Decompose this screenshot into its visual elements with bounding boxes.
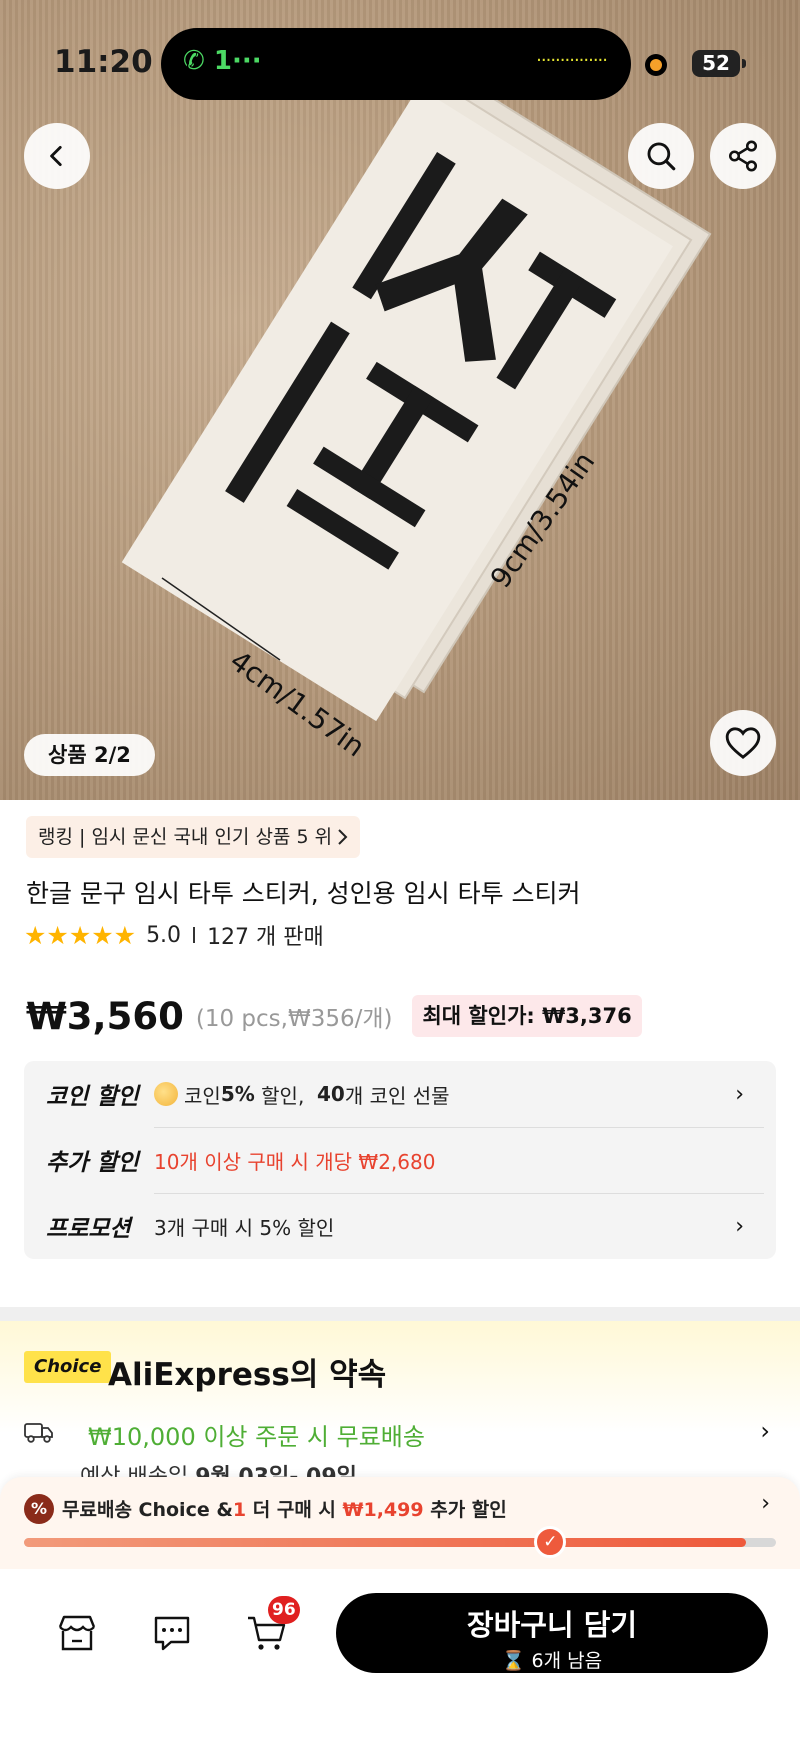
- dynamic-island: ✆ 1··· ···············: [161, 28, 631, 100]
- promo-amount: ₩1,499: [342, 1499, 424, 1521]
- promo-text-1: 무료배송 Choice &: [62, 1499, 233, 1521]
- search-button[interactable]: [628, 123, 694, 189]
- price: ₩3,560: [26, 994, 184, 1038]
- share-button[interactable]: [710, 123, 776, 189]
- chat-button[interactable]: [148, 1609, 196, 1657]
- truck-icon: [24, 1423, 53, 1443]
- heart-icon: [725, 727, 761, 759]
- store-icon: [58, 1615, 96, 1651]
- promo-text-2: 더 구매 시: [246, 1499, 343, 1521]
- search-icon: [647, 142, 676, 171]
- product-image[interactable]: 4cm/1.57in 9cm/3.54in 11:20 ✆ 1··· ·····…: [0, 0, 800, 800]
- wishlist-button[interactable]: [710, 710, 776, 776]
- bottom-action-bar: 96 장바구니 담기 ⌛ 6개 남음: [0, 1569, 800, 1739]
- audio-wave-icon: ···············: [536, 50, 608, 71]
- image-counter: 상품 2/2: [24, 734, 155, 776]
- ranking-badge[interactable]: 랭킹 | 임시 문신 국내 인기 상품 5 위: [26, 816, 361, 858]
- call-text: 1···: [213, 46, 262, 76]
- chevron-right-icon: ›: [735, 1213, 744, 1239]
- coin-text-1: 코인: [184, 1083, 221, 1108]
- discount-box: 코인 할인 코인 5% 할인, 40 개 코인 선물 › 추가 할인 10개 이상…: [24, 1061, 776, 1259]
- phone-icon: ✆: [183, 46, 205, 76]
- add-to-cart-label: 장바구니 담기: [466, 1608, 638, 1642]
- coin-discount-label: 코인 할인: [46, 1084, 139, 1110]
- ranking-text: 랭킹 | 임시 문신 국내 인기 상품 5 위: [38, 826, 333, 848]
- promotion-row[interactable]: 프로모션 3개 구매 시 5% 할인 ›: [46, 1193, 758, 1259]
- back-button[interactable]: [24, 123, 90, 189]
- percent-icon: %: [24, 1494, 54, 1524]
- share-icon: [728, 140, 758, 172]
- chevron-right-icon: [338, 829, 348, 845]
- coin-count: 40: [317, 1082, 345, 1106]
- promotion-text: 3개 구매 시 5% 할인: [154, 1215, 335, 1240]
- chat-icon: [154, 1616, 190, 1651]
- coin-text-3: 개 코인 선물: [344, 1083, 450, 1108]
- sticker-photo: 4cm/1.57in 9cm/3.54in: [121, 73, 712, 763]
- call-indicator: ✆ 1···: [183, 46, 262, 76]
- promise-title: AliExpress의 약속: [108, 1357, 387, 1393]
- unit-price: (10 pcs,₩356/개): [195, 1006, 393, 1032]
- chevron-right-icon: ›: [761, 1491, 770, 1516]
- section-divider: [0, 1307, 800, 1321]
- coin-icon: [154, 1082, 178, 1106]
- promo-progress-bar: ✓: [24, 1526, 776, 1558]
- divider: [193, 927, 196, 943]
- add-to-cart-button[interactable]: 장바구니 담기 ⌛ 6개 남음: [336, 1593, 768, 1673]
- store-button[interactable]: [53, 1609, 101, 1657]
- product-title: 한글 문구 임시 타투 스티커, 성인용 임시 타투 스티커: [26, 879, 581, 908]
- recording-indicator: [645, 54, 667, 76]
- status-time: 11:20: [54, 44, 153, 80]
- free-shipping-promo-bar[interactable]: % 무료배송 Choice &1 더 구매 시 ₩1,499 추가 할인 › ✓: [0, 1477, 800, 1569]
- chevron-left-icon: [50, 145, 62, 167]
- promo-text-3: 추가 할인: [423, 1499, 507, 1521]
- extra-discount-label: 추가 할인: [46, 1150, 139, 1176]
- promo-count: 1: [232, 1499, 247, 1521]
- chevron-right-icon[interactable]: ›: [760, 1417, 770, 1445]
- max-discount-badge: 최대 할인가: ₩3,376: [412, 995, 642, 1037]
- chevron-right-icon: ›: [735, 1081, 744, 1107]
- star-rating-icon: ★★★★★: [24, 920, 137, 950]
- rating-row[interactable]: ★★★★★ 5.0 127 개 판매: [24, 918, 324, 952]
- promo-text: 무료배송 Choice &1 더 구매 시 ₩1,499 추가 할인: [62, 1495, 507, 1522]
- checkmark-icon: ✓: [534, 1526, 567, 1558]
- extra-discount-row: 추가 할인 10개 이상 구매 시 개당 ₩2,680: [46, 1127, 758, 1193]
- cart-count-badge: 96: [268, 1596, 300, 1624]
- coin-text-2: 할인,: [254, 1083, 318, 1108]
- coin-percent: 5%: [220, 1082, 255, 1106]
- choice-promise-section: Choice AliExpress의 약속 ₩10,000 이상 주문 시 무료…: [0, 1321, 800, 1490]
- sold-count: 127 개 판매: [207, 925, 324, 950]
- promotion-label: 프로모션: [46, 1216, 131, 1242]
- rating-value: 5.0: [146, 922, 182, 948]
- extra-discount-text: 10개 이상 구매 시 개당 ₩2,680: [154, 1149, 436, 1174]
- stock-remaining: ⌛ 6개 남음: [501, 1650, 603, 1672]
- coin-discount-row[interactable]: 코인 할인 코인 5% 할인, 40 개 코인 선물 ›: [46, 1061, 758, 1127]
- choice-badge: Choice: [24, 1351, 112, 1383]
- price-row: ₩3,560 (10 pcs,₩356/개) 최대 할인가: ₩3,376: [26, 988, 642, 1044]
- free-shipping-text[interactable]: ₩10,000 이상 주문 시 무료배송: [88, 1417, 425, 1452]
- progress-fill: [24, 1538, 746, 1547]
- battery-indicator: 52: [692, 50, 746, 77]
